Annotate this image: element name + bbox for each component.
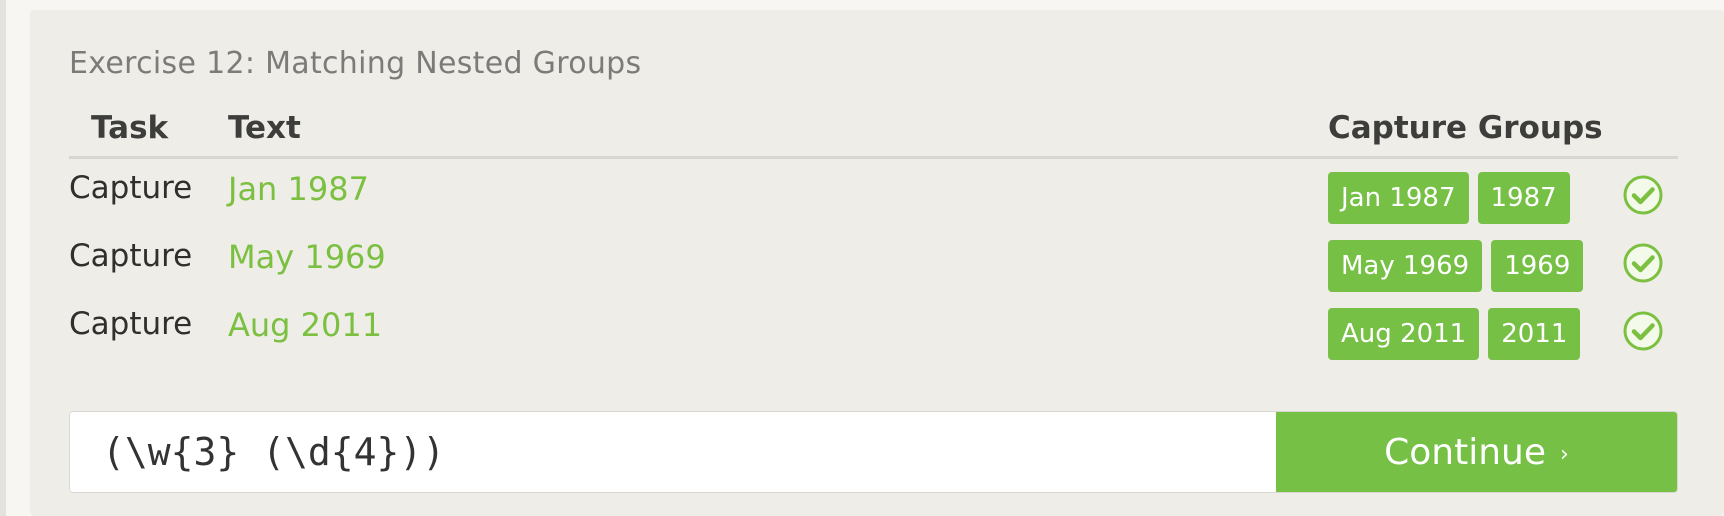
capture-group-chip: 1969	[1491, 240, 1584, 292]
chevron-right-icon: ›	[1560, 442, 1569, 467]
regex-input-bar: Continue ›	[69, 411, 1678, 493]
capture-group-chip: May 1969	[1328, 240, 1483, 292]
header-divider	[69, 156, 1678, 159]
row-task-label: Capture	[69, 306, 193, 342]
column-header-text: Text	[228, 110, 301, 146]
check-circle-icon	[1623, 175, 1663, 215]
page-left-edge	[0, 0, 6, 516]
table-row: Capture Aug 2011 Aug 2011 2011	[30, 306, 1724, 372]
table-row: Capture Jan 1987 Jan 1987 1987	[30, 170, 1724, 236]
continue-button-label: Continue	[1384, 431, 1547, 473]
regex-input[interactable]	[70, 412, 1276, 492]
check-circle-icon	[1623, 243, 1663, 283]
capture-group-chip: Jan 1987	[1328, 172, 1469, 224]
row-text-value: Jan 1987	[228, 170, 369, 208]
continue-button[interactable]: Continue ›	[1276, 412, 1677, 492]
capture-groups: Jan 1987 1987	[1328, 172, 1570, 224]
row-text-value: May 1969	[228, 238, 386, 276]
capture-groups: May 1969 1969	[1328, 240, 1584, 292]
table-row: Capture May 1969 May 1969 1969	[30, 238, 1724, 304]
row-text-value: Aug 2011	[228, 306, 383, 344]
column-header-task: Task	[91, 110, 169, 146]
row-task-label: Capture	[69, 238, 193, 274]
column-header-capture-groups: Capture Groups	[1328, 110, 1603, 146]
capture-group-chip: Aug 2011	[1328, 308, 1480, 360]
capture-group-chip: 2011	[1488, 308, 1581, 360]
row-task-label: Capture	[69, 170, 193, 206]
capture-group-chip: 1987	[1477, 172, 1570, 224]
check-circle-icon	[1623, 311, 1663, 351]
capture-groups: Aug 2011 2011	[1328, 308, 1581, 360]
exercise-title: Exercise 12: Matching Nested Groups	[69, 46, 642, 81]
exercise-panel: Exercise 12: Matching Nested Groups Task…	[30, 10, 1724, 516]
